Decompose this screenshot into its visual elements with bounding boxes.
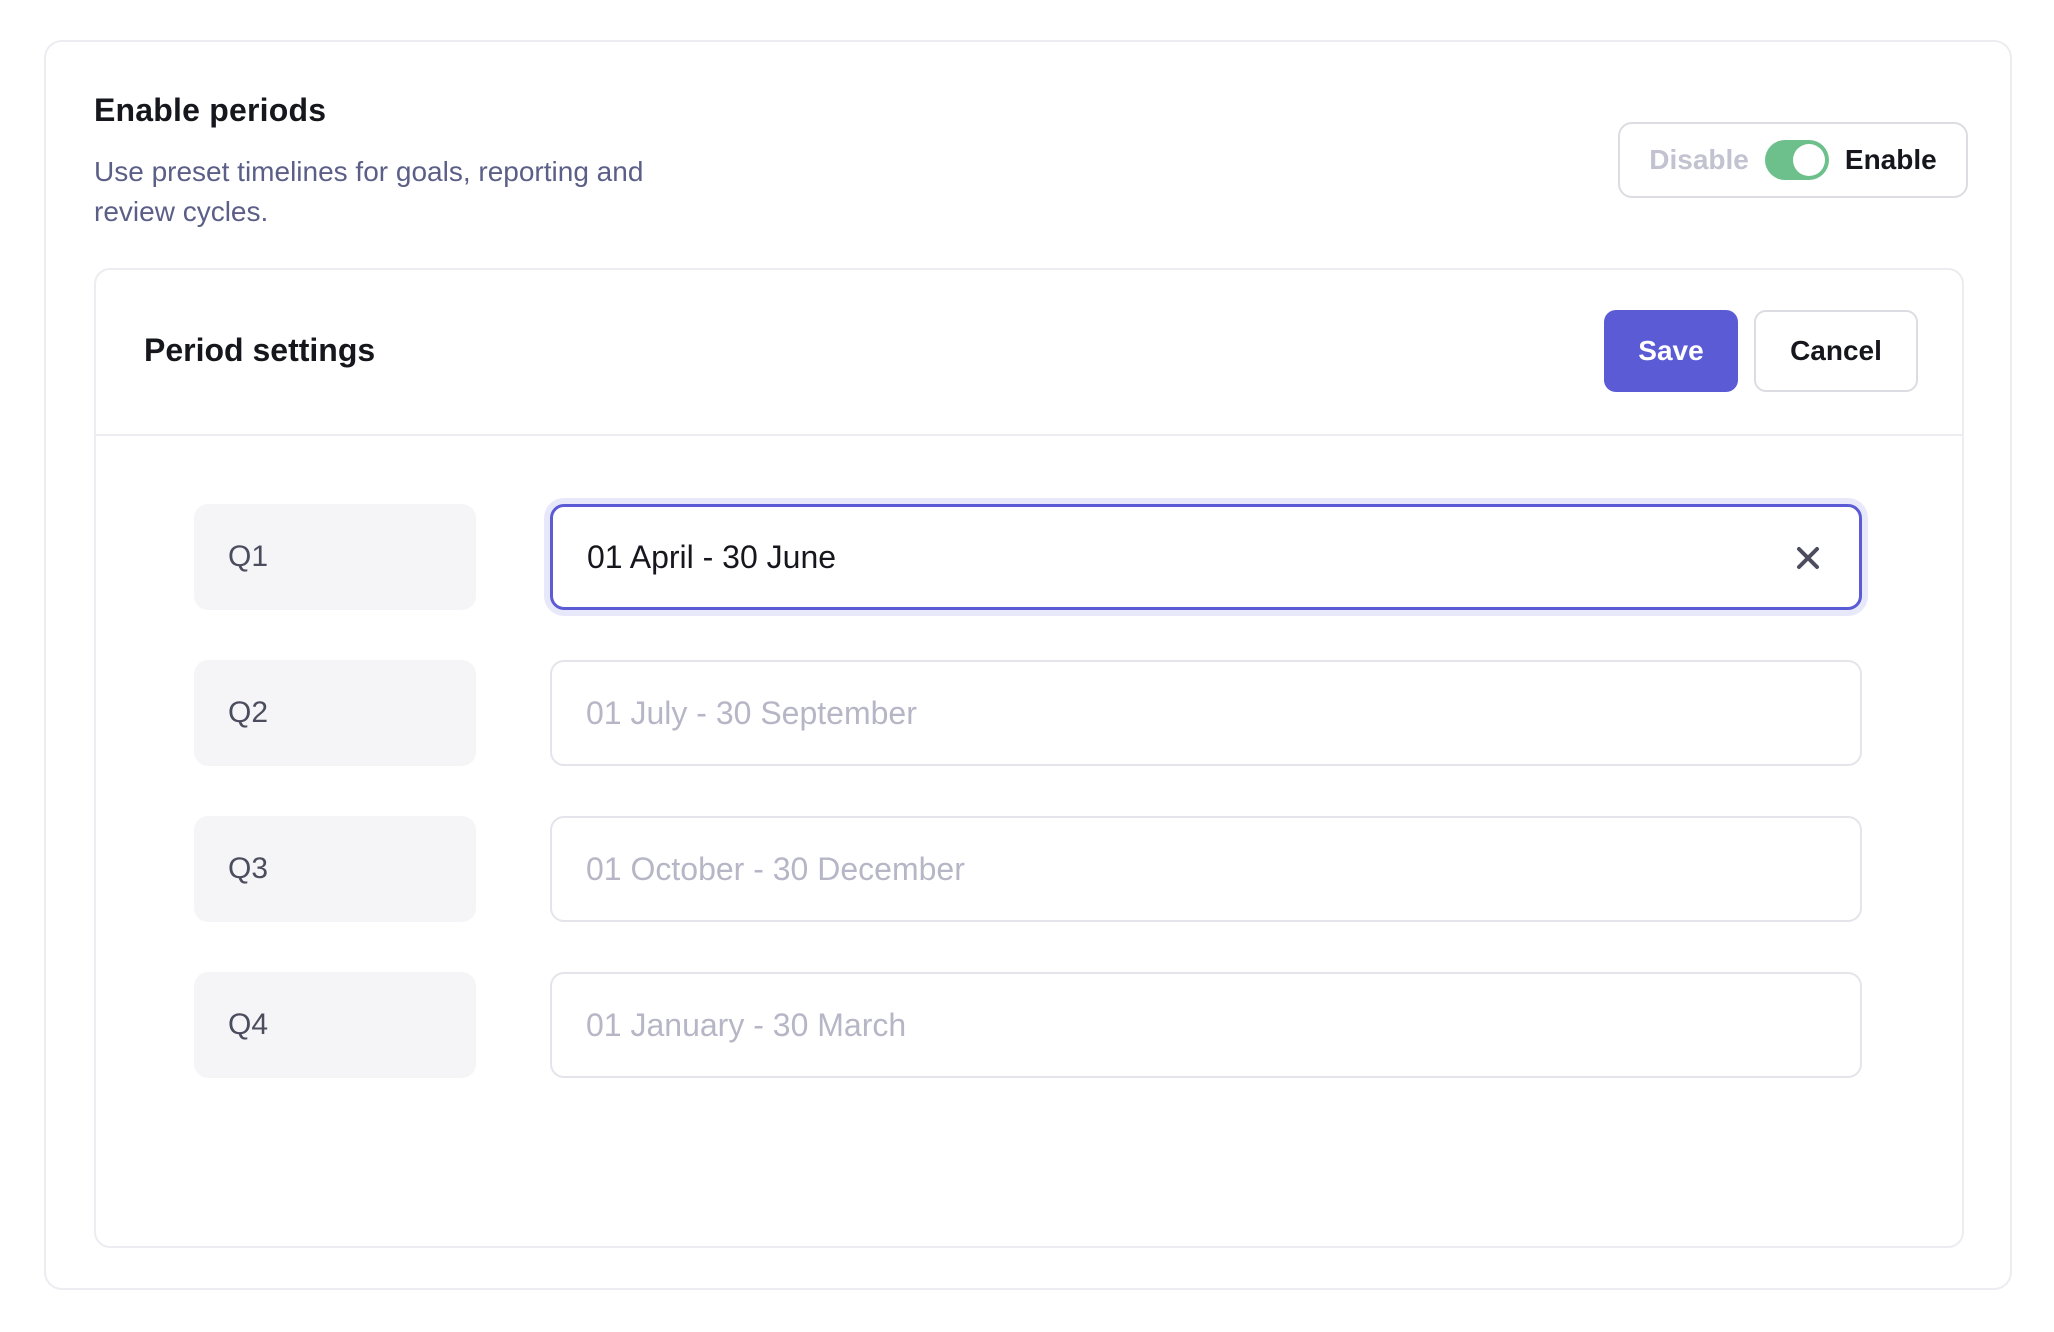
enable-toggle-group: Disable Enable — [1618, 122, 1968, 198]
period-settings-card: Period settings Save Cancel Q1 Q2 Q3 — [94, 268, 1964, 1248]
save-button[interactable]: Save — [1604, 310, 1738, 392]
period-field-q4 — [550, 972, 1862, 1078]
period-field-q2 — [550, 660, 1862, 766]
period-input-q2[interactable] — [552, 662, 1860, 764]
enable-label[interactable]: Enable — [1845, 144, 1937, 176]
period-row-q2: Q2 — [194, 660, 1864, 766]
switch-knob — [1792, 144, 1825, 176]
period-label-q3: Q3 — [194, 816, 476, 922]
period-input-q4[interactable] — [552, 974, 1860, 1076]
cancel-button[interactable]: Cancel — [1754, 310, 1918, 392]
enable-periods-card: Enable periods Use preset timelines for … — [44, 40, 2012, 1290]
period-field-q3 — [550, 816, 1862, 922]
period-row-q1: Q1 — [194, 504, 1864, 610]
period-input-q1[interactable] — [553, 507, 1859, 607]
period-input-q3[interactable] — [552, 818, 1860, 920]
period-label-q4: Q4 — [194, 972, 476, 1078]
disable-label[interactable]: Disable — [1649, 144, 1749, 176]
period-row-q4: Q4 — [194, 972, 1864, 1078]
section-title: Enable periods — [94, 92, 327, 128]
period-field-q1 — [550, 504, 1862, 610]
period-label-q2: Q2 — [194, 660, 476, 766]
close-icon[interactable] — [1793, 543, 1823, 573]
period-settings-header: Period settings Save Cancel — [96, 270, 1962, 436]
section-description: Use preset timelines for goals, reportin… — [94, 156, 644, 227]
period-label-q1: Q1 — [194, 504, 476, 610]
period-settings-title: Period settings — [144, 332, 376, 368]
period-row-q3: Q3 — [194, 816, 1864, 922]
enable-switch[interactable] — [1764, 140, 1829, 180]
